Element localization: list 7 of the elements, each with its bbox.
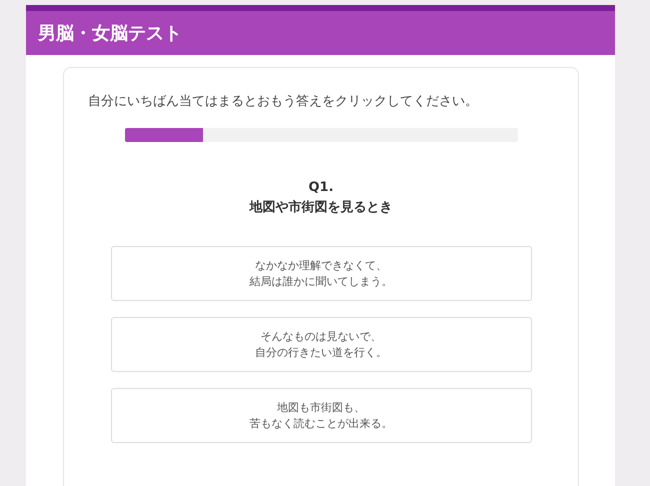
instruction-text: 自分にいちばん当てはまるとおもう答えをクリックしてください。 [87, 93, 478, 110]
answer-option[interactable]: そんなものは見ないで、 自分の行きたい道を行く。 [110, 317, 532, 372]
question-text: 地図や市街図を見るとき [250, 198, 392, 217]
answer-option[interactable]: 地図も市街図も、 苦もなく読むことが出来る。 [110, 388, 532, 443]
page-title: 男脳・女脳テスト [38, 22, 182, 45]
answer-option[interactable]: なかなか理解できなくて、 結局は誰かに聞いてしまう。 [110, 246, 532, 301]
question-number: Q1. [307, 179, 335, 197]
